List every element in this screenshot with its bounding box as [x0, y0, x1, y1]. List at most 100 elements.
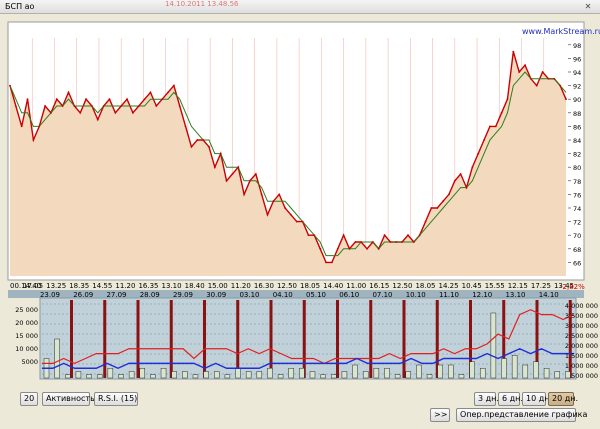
y-tick-label: 74 [573, 205, 581, 213]
volume-bar [479, 368, 486, 379]
activity-button[interactable]: Активность [42, 392, 95, 406]
chart-stage: www.MarkStream.ru 98 96 94 92 90 88 86 84 82 80 78… [0, 14, 600, 426]
price-point [44, 105, 47, 107]
volume-bar [554, 371, 560, 379]
change-label: -2,82% [560, 283, 585, 291]
x-tick-label: 16.30 [254, 282, 274, 290]
price-point [442, 200, 444, 203]
volume-bar [277, 374, 284, 379]
x-tick-label: 18.40 [185, 282, 205, 290]
price-point [20, 125, 23, 128]
x-tick-label: 13.10 [162, 282, 182, 290]
price-point [208, 145, 210, 148]
volume-bar [182, 371, 188, 379]
right-axis-label: 2 500 000 [565, 332, 598, 340]
range-3d-button[interactable]: 3 дн. [474, 392, 499, 406]
scroll-right-button[interactable]: >> [430, 408, 450, 422]
volume-bar [171, 371, 177, 379]
volume-bar [490, 312, 497, 379]
y-tick-label: 70 [573, 232, 581, 240]
range-10d-button[interactable]: 10 дн. [522, 392, 552, 406]
volume-bar [405, 371, 412, 379]
price-point [360, 241, 363, 243]
range-20d-button[interactable]: 20 дн. [548, 392, 578, 406]
x-tick-label: 13.25 [46, 282, 66, 290]
volume-bar [394, 374, 401, 379]
period-input[interactable]: 20 [20, 392, 38, 406]
price-point [202, 139, 205, 141]
price-point [494, 125, 497, 128]
price-point [225, 179, 228, 182]
volume-bar [86, 374, 92, 379]
y-tick-label: 80 [573, 164, 581, 172]
right-axis-label: 3 500 000 [565, 312, 598, 320]
price-point [120, 105, 123, 107]
session-marker [369, 300, 373, 378]
price-point [178, 105, 181, 107]
price-point [190, 145, 193, 148]
close-icon[interactable]: ✕ [582, 1, 594, 12]
price-point [489, 125, 491, 128]
volume-bar [118, 374, 124, 379]
volume-bar [309, 371, 316, 379]
session-marker [302, 300, 306, 378]
volume-bar [341, 371, 348, 379]
price-point [313, 234, 316, 237]
volume-bar [245, 371, 252, 379]
price-point [336, 247, 339, 250]
volume-bar [75, 371, 82, 379]
price-point [9, 84, 11, 87]
x-tick-label: 17.25 [531, 282, 551, 290]
y-tick-label: 84 [573, 137, 581, 145]
price-point [547, 77, 550, 80]
price-point [453, 179, 456, 182]
price-point [79, 111, 82, 114]
price-point [430, 207, 433, 209]
range-6d-button[interactable]: 6 дн. [498, 392, 523, 406]
volume-bar [96, 374, 103, 379]
volume-bar [533, 361, 539, 379]
rsi-button[interactable]: R.S.I. (15) [94, 392, 138, 406]
window-title: БСП ао [5, 2, 35, 11]
volume-bar [448, 364, 454, 379]
volume-bar [299, 368, 305, 379]
x-tick-label: 16.15 [369, 282, 389, 290]
left-axis-label: 15 000 [15, 332, 38, 340]
price-point [73, 105, 76, 107]
price-point [184, 125, 187, 128]
price-point [401, 241, 404, 243]
price-point [213, 166, 216, 169]
volume-bar [458, 374, 465, 379]
price-point [219, 152, 222, 155]
price-point [529, 77, 532, 80]
price-point [137, 105, 140, 107]
window-subtitle: 14.10.2011 13.48.56 [165, 0, 239, 8]
window-titlebar: БСП ао 14.10.2011 13.48.56 ✕ [0, 0, 600, 14]
session-marker [169, 300, 173, 378]
y-tick-label: 66 [573, 259, 581, 267]
session-marker [269, 300, 273, 378]
view-mode-button[interactable]: Опер.представление графика [456, 408, 587, 422]
price-point [102, 105, 105, 107]
price-point [500, 111, 503, 114]
volume-bar [469, 361, 475, 379]
right-axis-label: 1 000 000 [565, 362, 598, 370]
price-point [85, 98, 87, 101]
volume-bar [352, 364, 358, 379]
price-point [377, 247, 380, 250]
x-tick-label: 12.15 [508, 282, 528, 290]
volume-bar [54, 338, 60, 379]
price-point [301, 220, 304, 223]
price-point [149, 91, 152, 94]
price-point [249, 179, 251, 182]
volume-bar [416, 364, 422, 379]
volume-bar [384, 368, 390, 379]
volume-bar [224, 374, 231, 379]
right-axis-label: 1 500 000 [565, 352, 598, 360]
session-marker [203, 300, 206, 378]
x-tick-label: 14.25 [439, 282, 459, 290]
x-tick-label: 18.05 [300, 282, 320, 290]
volume-bar [235, 368, 241, 379]
left-axis-label: 20 000 [15, 319, 38, 327]
x-tick-label: 12.50 [392, 282, 412, 290]
